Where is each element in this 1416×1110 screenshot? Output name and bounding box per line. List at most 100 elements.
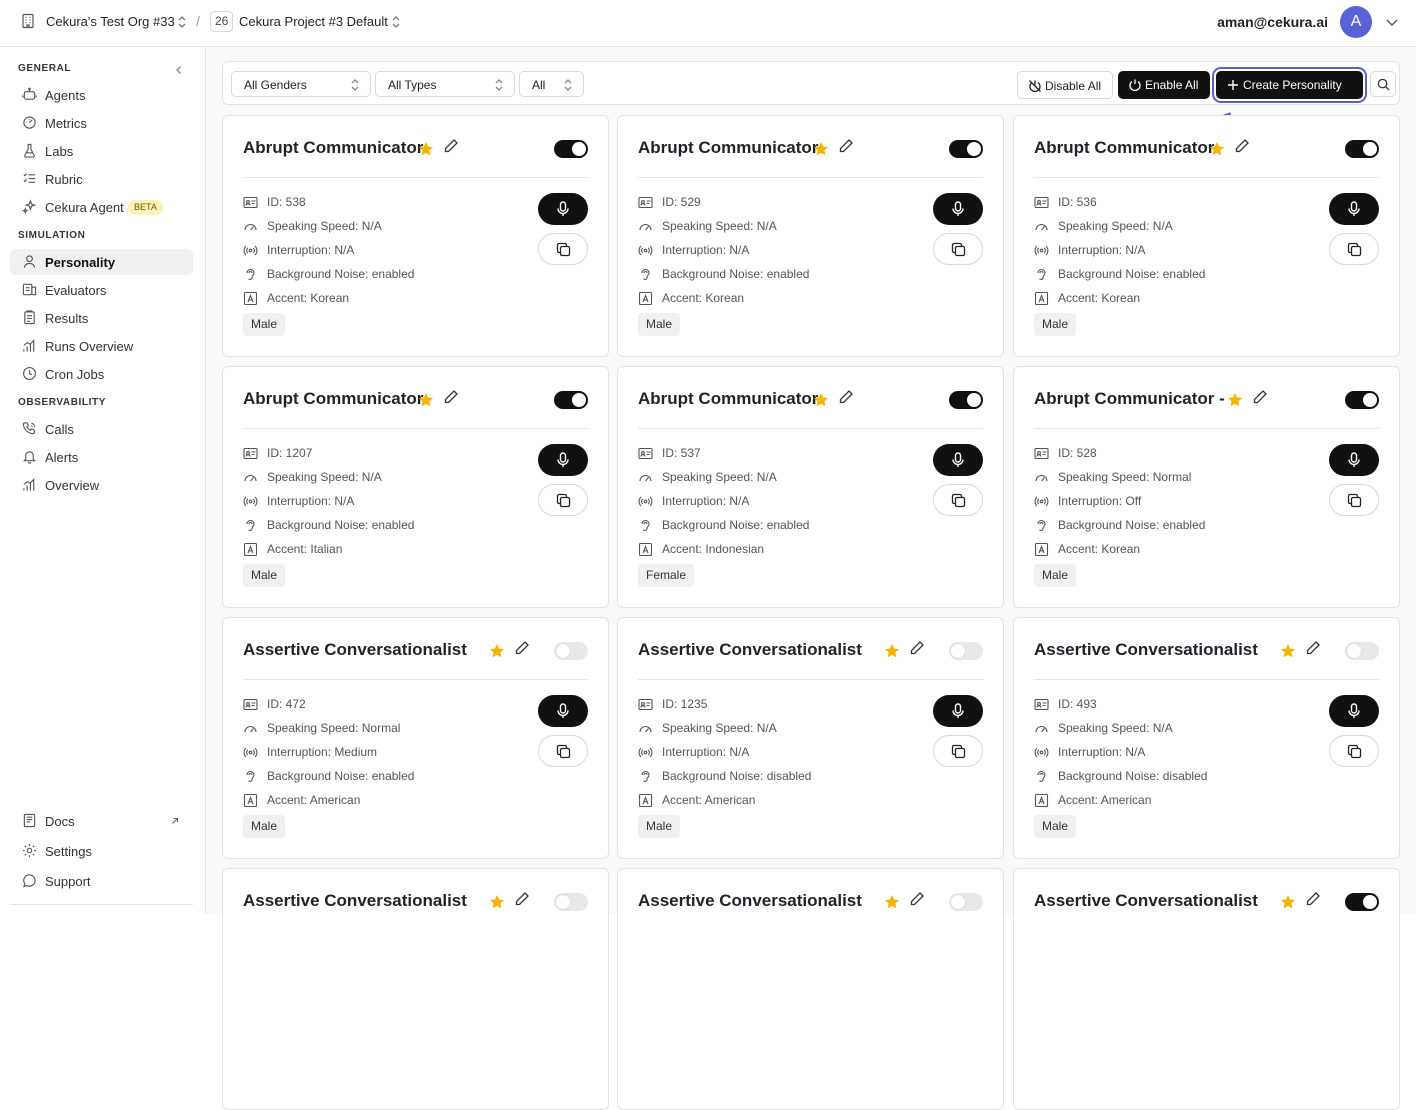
enable-toggle[interactable] [1345, 893, 1379, 911]
sidebar-item-support[interactable]: Support [10, 868, 193, 894]
personality-card[interactable]: Abrupt Communicator ID: 536 Speaking Speed… [1013, 115, 1400, 357]
test-call-button[interactable] [1329, 193, 1379, 225]
personality-card[interactable]: Assertive Conversationalist [617, 868, 1004, 1110]
attribute-label: ID: [267, 446, 286, 460]
test-call-button[interactable] [538, 444, 588, 476]
personality-card[interactable]: Assertive Conversationalist ID: 472 Speaki… [222, 617, 609, 859]
star-icon[interactable] [1209, 141, 1225, 157]
edit-pencil-icon[interactable] [1234, 138, 1250, 154]
sidebar-item-docs[interactable]: Docs [10, 808, 193, 834]
project-name[interactable]: Cekura Project #3 Default [239, 14, 388, 29]
duplicate-button[interactable] [933, 233, 983, 265]
sidebar-item-metrics[interactable]: Metrics [10, 110, 193, 136]
sidebar-item-runs-overview[interactable]: Runs Overview [10, 333, 193, 359]
duplicate-button[interactable] [933, 484, 983, 516]
enable-toggle[interactable] [1345, 391, 1379, 409]
avatar[interactable]: A [1340, 6, 1372, 38]
personality-card[interactable]: Assertive Conversationalist ID: 493 Speaki… [1013, 617, 1400, 859]
star-icon[interactable] [1280, 643, 1296, 659]
toggle-knob [1363, 142, 1377, 156]
enable-toggle[interactable] [949, 893, 983, 911]
sidebar-item-cron-jobs[interactable]: Cron Jobs [10, 361, 193, 387]
duplicate-button[interactable] [538, 735, 588, 767]
personality-card[interactable]: Abrupt Communicator ID: 1207 Speaking Spee… [222, 366, 609, 608]
edit-pencil-icon[interactable] [1305, 891, 1321, 907]
edit-pencil-icon[interactable] [909, 640, 925, 656]
edit-pencil-icon[interactable] [1305, 640, 1321, 656]
test-call-button[interactable] [1329, 444, 1379, 476]
status-filter-select[interactable]: All [519, 71, 584, 97]
enable-toggle[interactable] [554, 140, 588, 158]
edit-pencil-icon[interactable] [838, 138, 854, 154]
sidebar-item-personality[interactable]: Personality [10, 249, 193, 275]
enable-toggle[interactable] [949, 391, 983, 409]
duplicate-button[interactable] [1329, 735, 1379, 767]
org-switch-chevron-icon[interactable] [176, 15, 188, 29]
edit-pencil-icon[interactable] [443, 138, 459, 154]
star-icon[interactable] [884, 894, 900, 910]
test-call-button[interactable] [933, 444, 983, 476]
test-call-button[interactable] [933, 695, 983, 727]
collapse-sidebar-icon[interactable] [173, 64, 185, 76]
edit-pencil-icon[interactable] [909, 891, 925, 907]
star-icon[interactable] [489, 894, 505, 910]
test-call-button[interactable] [933, 193, 983, 225]
personality-card[interactable]: Abrupt Communicator ID: 537 Speaking Speed… [617, 366, 1004, 608]
create-personality-button[interactable]: Create Personality [1212, 67, 1367, 103]
star-icon[interactable] [813, 141, 829, 157]
star-icon[interactable] [1280, 894, 1296, 910]
edit-pencil-icon[interactable] [514, 640, 530, 656]
personality-card[interactable]: Assertive Conversationalist ID: 1235 Speak… [617, 617, 1004, 859]
personality-card[interactable]: Abrupt Communicator - ID: 528 Speaking Spe… [1013, 366, 1400, 608]
edit-pencil-icon[interactable] [838, 389, 854, 405]
star-icon[interactable] [884, 643, 900, 659]
enable-toggle[interactable] [949, 140, 983, 158]
chevron-down-icon[interactable] [1385, 16, 1399, 28]
test-call-button[interactable] [1329, 695, 1379, 727]
edit-pencil-icon[interactable] [1252, 389, 1268, 405]
personality-card[interactable]: Abrupt Communicator ID: 529 Speaking Speed… [617, 115, 1004, 357]
personality-card[interactable]: Abrupt Communicator ID: 538 Speaking Speed… [222, 115, 609, 357]
enable-toggle[interactable] [554, 642, 588, 660]
enable-toggle[interactable] [1345, 140, 1379, 158]
sidebar-item-agents[interactable]: Agents [10, 82, 193, 108]
sidebar-item-alerts[interactable]: Alerts [10, 444, 193, 470]
sidebar-item-settings[interactable]: Settings [10, 838, 193, 864]
edit-pencil-icon[interactable] [443, 389, 459, 405]
sidebar-item-cekura-agent[interactable]: Cekura Agent BETA [10, 194, 193, 220]
test-call-button[interactable] [538, 193, 588, 225]
org-name[interactable]: Cekura's Test Org #33 [46, 14, 175, 29]
star-icon[interactable] [489, 643, 505, 659]
sidebar-item-rubric[interactable]: Rubric [10, 166, 193, 192]
sidebar-item-overview[interactable]: Overview [10, 472, 193, 498]
edit-pencil-icon[interactable] [514, 891, 530, 907]
duplicate-button[interactable] [538, 484, 588, 516]
duplicate-button[interactable] [1329, 233, 1379, 265]
sidebar-item-results[interactable]: Results [10, 305, 193, 331]
gender-filter-select[interactable]: All Genders [231, 71, 371, 97]
duplicate-button[interactable] [538, 233, 588, 265]
enable-toggle[interactable] [949, 642, 983, 660]
star-icon[interactable] [418, 392, 434, 408]
personality-card[interactable]: Assertive Conversationalist [1013, 868, 1400, 1110]
project-switch-chevron-icon[interactable] [390, 15, 402, 29]
enable-toggle[interactable] [554, 893, 588, 911]
sidebar-item-evaluators[interactable]: Evaluators [10, 277, 193, 303]
disable-all-button[interactable]: Disable All [1017, 71, 1113, 99]
duplicate-button[interactable] [1329, 484, 1379, 516]
star-icon[interactable] [1227, 392, 1243, 408]
sidebar-item-labs[interactable]: Labs [10, 138, 193, 164]
type-filter-select[interactable]: All Types [375, 71, 515, 97]
divider [10, 904, 193, 905]
star-icon[interactable] [418, 141, 434, 157]
sidebar-item-calls[interactable]: Calls [10, 416, 193, 442]
star-icon[interactable] [813, 392, 829, 408]
test-call-button[interactable] [538, 695, 588, 727]
personality-card[interactable]: Assertive Conversationalist [222, 868, 609, 1110]
robot-icon [22, 87, 37, 102]
enable-toggle[interactable] [1345, 642, 1379, 660]
enable-toggle[interactable] [554, 391, 588, 409]
search-button[interactable] [1370, 71, 1396, 97]
enable-all-button[interactable]: Enable All [1118, 71, 1210, 99]
duplicate-button[interactable] [933, 735, 983, 767]
